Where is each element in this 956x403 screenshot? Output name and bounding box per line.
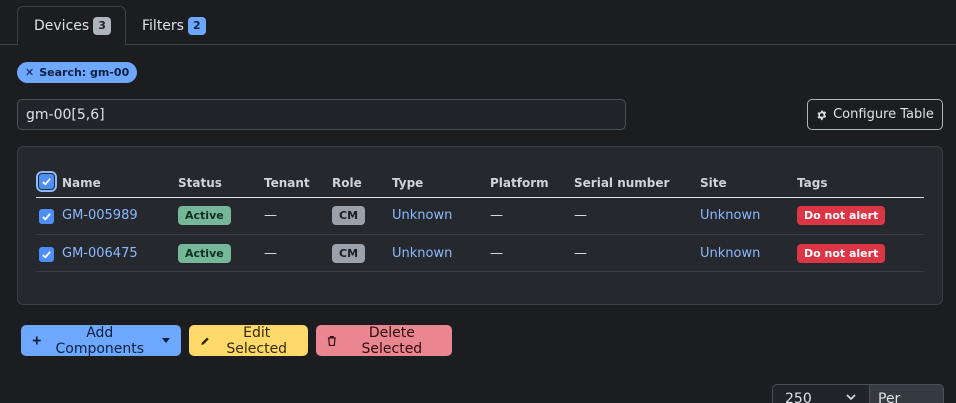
search-filter-chip-label: Search: gm-00	[39, 66, 130, 79]
tag-badge[interactable]: Do not alert	[797, 206, 886, 225]
plus-icon	[32, 336, 41, 345]
site-link[interactable]: Unknown	[700, 208, 760, 223]
column-header-role[interactable]: Role	[332, 176, 362, 190]
close-icon[interactable]: ✕	[25, 66, 34, 79]
header-divider	[36, 197, 924, 198]
tenant-value: —	[264, 208, 277, 223]
row-divider	[36, 234, 924, 235]
column-header-status[interactable]: Status	[178, 176, 222, 190]
configure-table-label: Configure Table	[833, 107, 934, 122]
tab-filters-count-badge: 2	[187, 17, 206, 35]
device-name-link[interactable]: GM-006475	[62, 246, 138, 261]
chevron-down-icon	[846, 394, 856, 401]
results-table-card: Name Status Tenant Role Type Platform Se…	[17, 146, 943, 305]
tab-bar: Devices 3 Filters 2	[0, 0, 956, 46]
status-badge: Active	[178, 244, 231, 263]
platform-value: —	[490, 208, 503, 223]
configure-table-button[interactable]: Configure Table	[807, 99, 943, 130]
pencil-icon	[201, 337, 209, 345]
trash-icon	[327, 335, 336, 346]
role-badge[interactable]: CM	[332, 244, 366, 263]
add-components-label: Add Components	[55, 324, 145, 357]
row-divider	[36, 271, 924, 272]
delete-selected-button[interactable]: Delete Selected	[316, 324, 452, 357]
check-icon	[42, 178, 51, 186]
per-page-value: 250	[785, 391, 812, 403]
column-header-name[interactable]: Name	[62, 176, 101, 190]
per-page-select[interactable]: 250	[772, 384, 870, 403]
tab-filters[interactable]: Filters 2	[126, 6, 222, 46]
role-badge[interactable]: CM	[332, 206, 366, 225]
serial-value: —	[574, 246, 587, 261]
site-link[interactable]: Unknown	[700, 246, 760, 261]
type-link[interactable]: Unknown	[392, 246, 452, 261]
tenant-value: —	[264, 246, 277, 261]
per-page-label: Per Page	[870, 384, 944, 403]
tab-filters-label: Filters	[142, 18, 184, 34]
gear-icon	[817, 109, 827, 120]
row-checkbox[interactable]	[39, 209, 54, 224]
check-icon	[42, 213, 51, 221]
quick-search-input[interactable]	[17, 99, 626, 130]
row-checkbox[interactable]	[39, 247, 54, 262]
column-header-type[interactable]: Type	[392, 176, 423, 190]
select-all-checkbox[interactable]	[36, 171, 57, 192]
edit-selected-button[interactable]: Edit Selected	[189, 324, 308, 357]
edit-selected-label: Edit Selected	[226, 324, 288, 357]
per-page-control: 250 Per Page	[772, 384, 944, 403]
chevron-down-icon	[162, 338, 170, 343]
delete-selected-label: Delete Selected	[361, 324, 423, 357]
tab-devices[interactable]: Devices 3	[17, 6, 126, 46]
column-header-tags[interactable]: Tags	[797, 176, 827, 190]
platform-value: —	[490, 246, 503, 261]
search-filter-chip: ✕ Search: gm-00	[17, 62, 138, 83]
tag-badge[interactable]: Do not alert	[797, 244, 886, 263]
tab-devices-count-badge: 3	[93, 17, 111, 35]
add-components-button[interactable]: Add Components	[21, 324, 181, 357]
status-badge: Active	[178, 206, 231, 225]
column-header-tenant[interactable]: Tenant	[264, 176, 310, 190]
check-icon	[42, 251, 51, 259]
column-header-platform[interactable]: Platform	[490, 176, 549, 190]
serial-value: —	[574, 208, 587, 223]
column-header-site[interactable]: Site	[700, 176, 727, 190]
type-link[interactable]: Unknown	[392, 208, 452, 223]
device-name-link[interactable]: GM-005989	[62, 208, 138, 223]
column-header-serial-number[interactable]: Serial number	[574, 176, 669, 190]
tab-devices-label: Devices	[34, 18, 90, 34]
